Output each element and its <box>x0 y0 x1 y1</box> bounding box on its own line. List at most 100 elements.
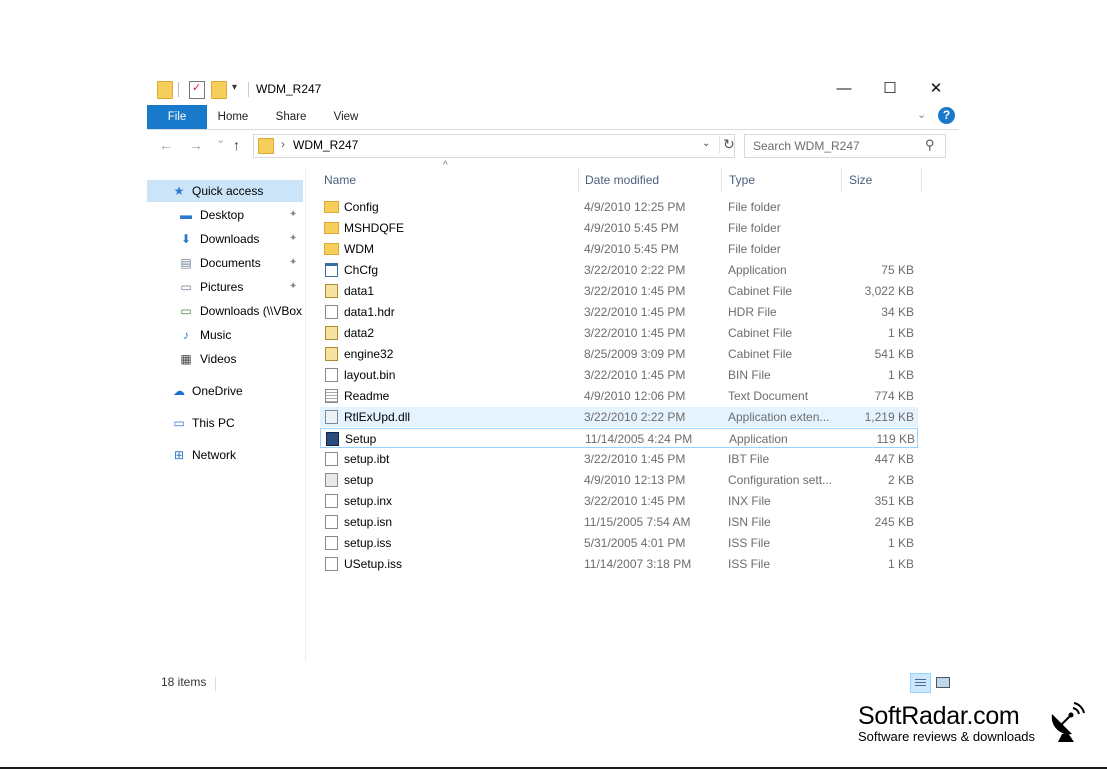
column-divider[interactable] <box>721 168 722 192</box>
file-row[interactable]: setup.inx 3/22/2010 1:45 PM INX File 351 KB <box>320 491 918 511</box>
maximize-button[interactable]: ☐ <box>867 72 913 105</box>
file-row[interactable]: data1.hdr 3/22/2010 1:45 PM HDR File 34 KB <box>320 302 918 322</box>
file-row[interactable]: WDM 4/9/2010 5:45 PM File folder <box>320 239 918 259</box>
file-row[interactable]: data2 3/22/2010 1:45 PM Cabinet File 1 KB <box>320 323 918 343</box>
file-type: ISN File <box>728 515 771 529</box>
sidebar-item-this-pc[interactable]: ▭ This PC <box>147 412 303 434</box>
satellite-dish-icon <box>1051 702 1085 742</box>
file-size <box>844 218 914 238</box>
sidebar-item-network[interactable]: ⊞ Network <box>147 444 303 466</box>
file-type: Configuration sett... <box>728 473 833 487</box>
recent-locations-chevron-icon[interactable]: ⌄ <box>216 133 225 146</box>
file-size: 75 KB <box>881 263 914 277</box>
sidebar-item-music[interactable]: ♪ Music <box>147 324 303 346</box>
search-icon[interactable]: ⚲ <box>925 137 935 153</box>
file-row[interactable]: ChCfg 3/22/2010 2:22 PM Application 75 KB <box>320 260 918 280</box>
refresh-icon[interactable]: ↻ <box>719 136 735 153</box>
customize-quick-access-chevron-icon[interactable]: ▾ <box>232 82 237 93</box>
sidebar-item-network-downloads[interactable]: ▭ Downloads (\\VBox <box>147 300 303 322</box>
column-header-name[interactable]: Name <box>318 168 576 192</box>
file-type: Application exten... <box>728 410 830 424</box>
file-row[interactable]: Config 4/9/2010 12:25 PM File folder <box>320 197 918 217</box>
file-list: ^ Name Date modified Type Size Config 4/9… <box>306 160 959 668</box>
expand-ribbon-chevron-icon[interactable]: ⌄ <box>917 108 926 121</box>
sidebar-item-videos[interactable]: ▦ Videos <box>147 348 303 370</box>
file-row[interactable]: RtlExUpd.dll 3/22/2010 2:22 PM Application… <box>320 407 918 427</box>
sidebar-item-desktop[interactable]: ▬ Desktop ✦ <box>147 204 303 226</box>
file-type: File folder <box>728 242 781 256</box>
column-divider[interactable] <box>841 168 842 192</box>
file-date-modified: 5/31/2005 4:01 PM <box>584 536 686 550</box>
file-row[interactable]: engine32 8/25/2009 3:09 PM Cabinet File 541… <box>320 344 918 364</box>
file-row[interactable]: MSHDQFE 4/9/2010 5:45 PM File folder <box>320 218 918 238</box>
pin-icon[interactable]: ✦ <box>289 228 297 250</box>
tab-view[interactable]: View <box>323 105 369 129</box>
navigation-bar: ← → ⌄ ↑ › WDM_R247 ⌄ ↻ Search WDM_R247 ⚲ <box>147 130 959 162</box>
details-view-button[interactable] <box>910 673 931 693</box>
column-header-type[interactable]: Type <box>723 168 841 192</box>
file-date-modified: 4/9/2010 5:45 PM <box>584 242 679 256</box>
tab-home[interactable]: Home <box>210 105 256 129</box>
watermark-subtitle: Software reviews & downloads <box>858 729 1036 744</box>
file-row[interactable]: Setup 11/14/2005 4:24 PM Application 119 KB <box>320 428 918 448</box>
sidebar-item-downloads[interactable]: ⬇ Downloads ✦ <box>147 228 303 250</box>
file-size <box>844 239 914 259</box>
window-title: WDM_R247 <box>256 82 322 96</box>
sidebar-item-onedrive[interactable]: ☁ OneDrive <box>147 380 303 402</box>
file-row[interactable]: layout.bin 3/22/2010 1:45 PM BIN File 1 KB <box>320 365 918 385</box>
pin-icon[interactable]: ✦ <box>289 276 297 298</box>
address-bar[interactable]: › WDM_R247 ⌄ ↻ <box>253 134 735 158</box>
file-row[interactable]: USetup.iss 11/14/2007 3:18 PM ISS File 1 KB <box>320 554 918 574</box>
file-row[interactable]: Readme 4/9/2010 12:06 PM Text Document 774 … <box>320 386 918 406</box>
text-document-icon <box>325 389 338 403</box>
back-arrow-icon[interactable]: ← <box>159 137 173 153</box>
softradar-watermark: SoftRadar.com Software reviews & downloa… <box>858 702 1035 744</box>
column-header-date-modified[interactable]: Date modified <box>579 168 721 192</box>
file-size: 1 KB <box>887 368 914 382</box>
file-row[interactable]: setup 4/9/2010 12:13 PM Configuration sett… <box>320 470 918 490</box>
file-icon <box>325 494 338 508</box>
breadcrumb-chevron-icon[interactable]: › <box>281 137 285 151</box>
sidebar-item-pictures[interactable]: ▭ Pictures ✦ <box>147 276 303 298</box>
file-name: RtlExUpd.dll <box>344 410 411 424</box>
column-header-size[interactable]: Size <box>843 168 921 192</box>
up-arrow-icon[interactable]: ↑ <box>233 137 240 153</box>
file-icon <box>325 452 338 466</box>
file-type: INX File <box>728 494 771 508</box>
close-button[interactable]: ✕ <box>913 72 959 105</box>
file-name: Config <box>344 200 379 214</box>
minimize-button[interactable]: — <box>821 72 867 105</box>
properties-icon[interactable] <box>189 81 205 99</box>
file-icon <box>325 305 338 319</box>
file-type: File folder <box>728 200 781 214</box>
file-icon <box>325 515 338 529</box>
forward-arrow-icon[interactable]: → <box>189 137 203 153</box>
sidebar-item-documents[interactable]: ▤ Documents ✦ <box>147 252 303 274</box>
sidebar-item-label: This PC <box>192 416 235 430</box>
sidebar-item-label: Pictures <box>200 280 244 294</box>
pin-icon[interactable]: ✦ <box>289 204 297 226</box>
file-row[interactable]: setup.isn 11/15/2005 7:54 AM ISN File 245 K… <box>320 512 918 532</box>
search-input[interactable]: Search WDM_R247 ⚲ <box>744 134 946 158</box>
file-date-modified: 3/22/2010 1:45 PM <box>584 494 686 508</box>
title-separator <box>248 82 249 97</box>
file-type: Text Document <box>728 389 809 403</box>
tab-share[interactable]: Share <box>268 105 314 129</box>
breadcrumb-current[interactable]: WDM_R247 <box>293 138 358 152</box>
cloud-icon: ☁ <box>173 384 185 398</box>
file-row[interactable]: setup.iss 5/31/2005 4:01 PM ISS File 1 KB <box>320 533 918 553</box>
file-date-modified: 4/9/2010 12:25 PM <box>584 200 686 214</box>
pin-icon[interactable]: ✦ <box>289 252 297 274</box>
address-dropdown-chevron-icon[interactable]: ⌄ <box>702 138 710 149</box>
help-icon[interactable]: ? <box>938 107 955 124</box>
file-row[interactable]: setup.ibt 3/22/2010 1:45 PM IBT File 447 KB <box>320 449 918 469</box>
large-icons-view-button[interactable] <box>933 673 954 693</box>
new-folder-icon[interactable] <box>211 81 227 99</box>
file-size: 774 KB <box>874 389 914 403</box>
file-row[interactable]: data1 3/22/2010 1:45 PM Cabinet File 3,022 … <box>320 281 918 301</box>
file-name: WDM <box>344 242 374 256</box>
file-type: Cabinet File <box>728 284 793 298</box>
tab-file[interactable]: File <box>147 105 207 129</box>
column-divider[interactable] <box>921 168 922 192</box>
sidebar-item-quick-access[interactable]: ★ Quick access <box>147 180 303 202</box>
